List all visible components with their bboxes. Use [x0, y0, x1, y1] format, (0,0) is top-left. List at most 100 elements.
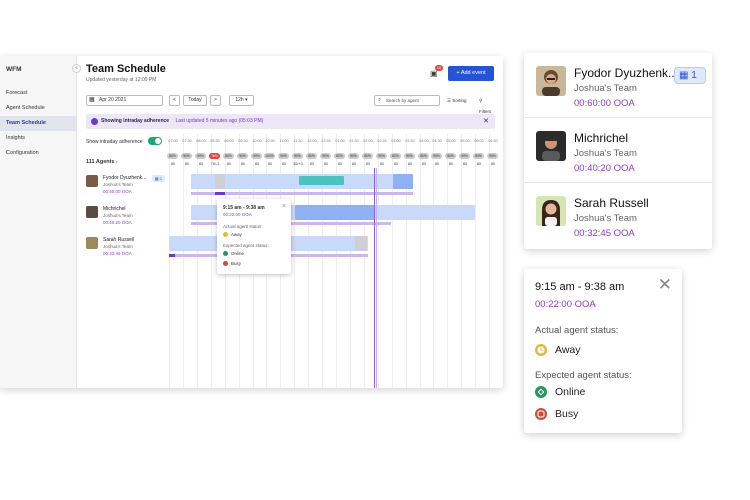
close-icon[interactable]: ✕: [658, 275, 672, 295]
notifications-button[interactable]: ▣ 10: [430, 65, 443, 79]
expected-online-value: Online: [231, 251, 245, 256]
adherence-pill[interactable]: 90%: [459, 153, 470, 159]
staffing-count: 80: [448, 162, 454, 166]
sidebar-item-configuration[interactable]: Configuration: [0, 146, 76, 161]
adherence-pill[interactable]: 90%: [251, 153, 262, 159]
adherence-pill[interactable]: 80%: [390, 153, 401, 159]
page-subtitle: Updated yesterday at 12:00 PM: [86, 77, 157, 83]
search-agent-input[interactable]: ⌕ Search by agent: [374, 95, 440, 106]
sidebar-nav: Forecast Agent Schedule Team Schedule In…: [0, 86, 76, 161]
agent-name: Fyodor Dyuzhenk...: [103, 175, 147, 181]
staffing-count: 80: [421, 162, 427, 166]
chevron-right-icon: ›: [116, 159, 118, 164]
expected-status-busy: Busy: [223, 261, 242, 267]
expected-busy-value: Busy: [231, 261, 242, 266]
adherence-violation: [215, 192, 225, 195]
date-value: Apr 20 2021: [99, 97, 127, 103]
staffing-count: 80: [393, 162, 399, 166]
adherence-pill[interactable]: 90%: [292, 153, 303, 159]
current-time-line: [374, 168, 375, 388]
brand-label: WFM: [6, 66, 22, 73]
adherence-pill[interactable]: 90%: [195, 153, 206, 159]
agent-ooa: 00:32:45 OOA: [574, 228, 635, 239]
adherence-pill[interactable]: 80%: [362, 153, 373, 159]
grid-column: [406, 134, 407, 388]
adherence-pill[interactable]: 90%: [487, 153, 498, 159]
agent-ooa: 00:40:00 OOA: [103, 189, 132, 194]
grid-column: [308, 134, 309, 388]
agent-ooa: 00:40:20 OOA: [574, 163, 635, 174]
adherence-toggle-row: Show intraday adherence: [86, 137, 162, 145]
search-placeholder: Search by agent: [386, 98, 419, 103]
adherence-pill[interactable]: 90%: [181, 153, 192, 159]
grid-column: [447, 134, 448, 388]
adherence-pill[interactable]: 90%: [278, 153, 289, 159]
adherence-pill[interactable]: 80%: [167, 153, 178, 159]
prev-day-button[interactable]: <: [169, 95, 180, 106]
actual-status-label: Actual agent status:: [535, 325, 619, 336]
close-banner-button[interactable]: ✕: [483, 114, 489, 129]
adherence-pill[interactable]: 80%: [473, 153, 484, 159]
agent-ooa: 00:40:20 OOA: [103, 220, 132, 225]
actual-status-label: Actual agent status:: [223, 224, 263, 229]
busy-icon: [535, 408, 547, 421]
adherence-pill[interactable]: 80%: [306, 153, 317, 159]
adherence-pill[interactable]: 80%: [418, 153, 429, 159]
close-icon[interactable]: ×: [282, 203, 286, 210]
grid-column: [294, 134, 295, 388]
grid-column: [475, 134, 476, 388]
staffing-count: 80: [254, 162, 260, 166]
staffing-count: 80: [434, 162, 440, 166]
expected-status-online: Online: [223, 251, 245, 257]
event-count: 1: [691, 70, 697, 81]
adherence-pill[interactable]: 90%: [237, 153, 248, 159]
actual-status: Away: [223, 232, 242, 238]
agents-count[interactable]: 111 Agents ›: [86, 159, 117, 165]
sidebar-item-team-schedule[interactable]: Team Schedule: [0, 116, 76, 131]
staffing-count: 80: [323, 162, 329, 166]
zoom-agent-row[interactable]: Sarah Russell Joshua's Team 00:32:45 OOA: [524, 183, 712, 248]
adherence-pill[interactable]: 90%: [431, 153, 442, 159]
range-select[interactable]: 12h ▾: [229, 95, 254, 106]
event-count-badge[interactable]: ▦ 1: [674, 67, 706, 84]
adherence-toggle[interactable]: [148, 137, 162, 145]
adherence-pill[interactable]: 90%: [404, 153, 415, 159]
break-block[interactable]: [299, 176, 344, 185]
sidebar-item-agent-schedule[interactable]: Agent Schedule: [0, 101, 76, 116]
actual-status-value: Away: [231, 232, 242, 237]
sorting-button[interactable]: ☰ Sorting: [447, 95, 467, 106]
shift-segment[interactable]: [393, 174, 413, 189]
grid-column: [322, 134, 323, 388]
filter-icon: ⚲: [479, 98, 483, 103]
agent-team: Joshua's Team: [574, 213, 637, 224]
agents-count-label: 111 Agents: [86, 159, 115, 165]
popover-time: 9:15 am - 9:38 am: [223, 205, 265, 211]
grid-column: [336, 134, 337, 388]
adherence-pill[interactable]: 80%: [223, 153, 234, 159]
adherence-pill[interactable]: 80%: [334, 153, 345, 159]
ooa-segment[interactable]: [355, 236, 367, 251]
ooa-segment[interactable]: [215, 174, 225, 189]
staffing-count: 80: [309, 162, 315, 166]
date-picker[interactable]: ▦ Apr 20 2021: [86, 95, 163, 106]
adherence-pill[interactable]: 76%: [209, 153, 220, 159]
agent-name: Sarah Russell: [574, 196, 649, 210]
shift-segment[interactable]: [295, 205, 375, 220]
search-icon: ⌕: [378, 97, 382, 103]
add-event-button[interactable]: + Add event: [448, 66, 494, 81]
adherence-pill[interactable]: 90%: [320, 153, 331, 159]
zoom-agent-row[interactable]: Fyodor Dyuzhenk... Joshua's Team 00:60:0…: [524, 53, 712, 118]
adherence-pill[interactable]: 80%: [445, 153, 456, 159]
zoom-agent-row[interactable]: Michrichel Joshua's Team 00:40:20 OOA: [524, 118, 712, 183]
next-day-button[interactable]: >: [210, 95, 221, 106]
sidebar-item-insights[interactable]: Insights: [0, 131, 76, 146]
adherence-pill[interactable]: 100%: [264, 153, 275, 159]
today-button[interactable]: Today: [183, 95, 207, 106]
event-count-badge[interactable]: ▦ 1: [152, 175, 165, 182]
staffing-count: 45/+3: [293, 162, 303, 166]
staffing-count: 80: [198, 162, 204, 166]
adherence-pill[interactable]: 90%: [376, 153, 387, 159]
info-icon: [91, 118, 98, 125]
adherence-pill[interactable]: 90%: [348, 153, 359, 159]
sidebar-item-forecast[interactable]: Forecast: [0, 86, 76, 101]
